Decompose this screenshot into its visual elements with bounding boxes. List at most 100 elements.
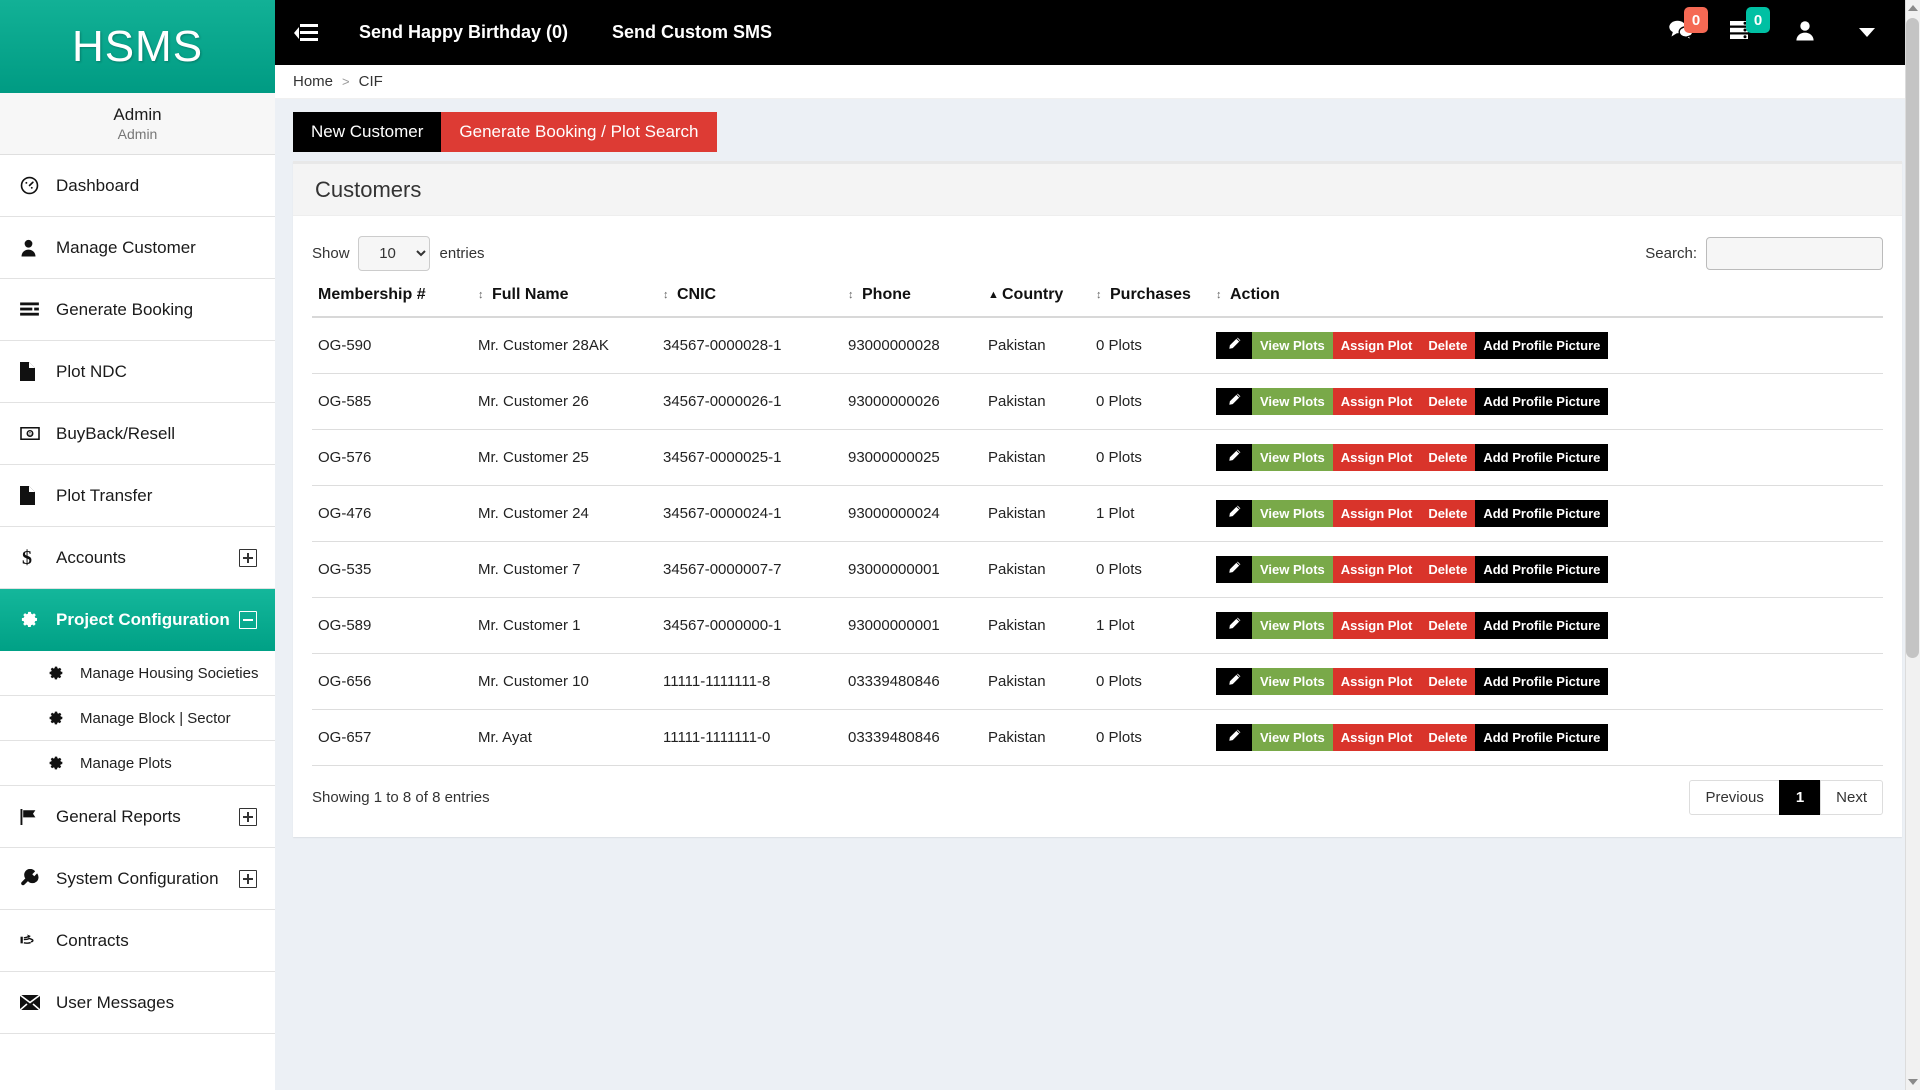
expand-plus-icon[interactable] <box>239 807 257 826</box>
sidebar-toggle-icon[interactable] <box>275 0 337 65</box>
sidebar-item-general-reports[interactable]: General Reports <box>0 786 275 848</box>
chat-menu[interactable]: 0 <box>1650 0 1712 65</box>
add-profile-picture-button[interactable]: Add Profile Picture <box>1475 388 1609 415</box>
edit-button[interactable] <box>1216 332 1252 359</box>
cell-action: View Plots Assign Plot Delete Add Profile P… <box>1210 653 1883 710</box>
view-plots-button[interactable]: View Plots <box>1252 612 1333 639</box>
breadcrumb-separator: > <box>342 74 350 89</box>
gear-icon <box>20 610 50 629</box>
sidebar-item-dashboard[interactable]: Dashboard <box>0 155 275 217</box>
delete-button[interactable]: Delete <box>1420 556 1476 583</box>
sidebar-item-generate-booking[interactable]: Generate Booking <box>0 279 275 341</box>
edit-button[interactable] <box>1216 388 1252 415</box>
assign-plot-button[interactable]: Assign Plot <box>1332 500 1421 527</box>
breadcrumb: Home > CIF <box>275 65 1920 99</box>
tasks-menu[interactable]: 0 <box>1712 0 1774 65</box>
col-full-name[interactable]: ↕ Full Name <box>472 276 657 318</box>
sidebar-item-manage-customer[interactable]: Manage Customer <box>0 217 275 279</box>
sidebar-item-buyback-resell[interactable]: 0 BuyBack/Resell <box>0 403 275 465</box>
edit-button[interactable] <box>1216 724 1252 751</box>
pencil-icon <box>1227 673 1241 690</box>
delete-button[interactable]: Delete <box>1420 612 1476 639</box>
edit-button[interactable] <box>1216 556 1252 583</box>
sidebar-item-accounts[interactable]: $ Accounts <box>0 527 275 589</box>
add-profile-picture-button[interactable]: Add Profile Picture <box>1475 500 1609 527</box>
col-membership[interactable]: Membership # <box>312 276 472 318</box>
delete-button[interactable]: Delete <box>1420 500 1476 527</box>
table-row: OG-585 Mr. Customer 26 34567-0000026-1 9300… <box>312 373 1883 430</box>
cell-membership: OG-535 <box>312 541 472 598</box>
collapse-minus-icon[interactable] <box>239 610 257 629</box>
view-plots-button[interactable]: View Plots <box>1252 332 1333 359</box>
view-plots-button[interactable]: View Plots <box>1252 444 1333 471</box>
edit-button[interactable] <box>1216 500 1252 527</box>
sidebar-item-plot-transfer[interactable]: Plot Transfer <box>0 465 275 527</box>
assign-plot-button[interactable]: Assign Plot <box>1332 724 1421 751</box>
assign-plot-button[interactable]: Assign Plot <box>1332 668 1421 695</box>
cell-phone: 93000000025 <box>842 429 982 486</box>
col-cnic[interactable]: ↕ CNIC <box>657 276 842 318</box>
page-scrollbar[interactable] <box>1905 0 1920 1090</box>
delete-button[interactable]: Delete <box>1420 668 1476 695</box>
delete-button[interactable]: Delete <box>1420 444 1476 471</box>
sidebar-item-plot-ndc[interactable]: Plot NDC <box>0 341 275 403</box>
search-input[interactable] <box>1706 236 1883 270</box>
view-plots-button[interactable]: View Plots <box>1252 724 1333 751</box>
view-plots-button[interactable]: View Plots <box>1252 500 1333 527</box>
scroll-up-arrow[interactable] <box>1908 5 1918 11</box>
send-custom-sms-link[interactable]: Send Custom SMS <box>590 0 794 65</box>
expand-plus-icon[interactable] <box>239 869 257 888</box>
pagination: Previous 1 Next <box>1689 780 1883 815</box>
cell-action: View Plots Assign Plot Delete Add Profile P… <box>1210 429 1883 486</box>
sidebar-item-manage-block-sector[interactable]: Manage Block | Sector <box>0 696 275 741</box>
add-profile-picture-button[interactable]: Add Profile Picture <box>1475 668 1609 695</box>
delete-button[interactable]: Delete <box>1420 332 1476 359</box>
expand-plus-icon[interactable] <box>239 548 257 567</box>
view-plots-button[interactable]: View Plots <box>1252 668 1333 695</box>
breadcrumb-home[interactable]: Home <box>293 73 333 90</box>
add-profile-picture-button[interactable]: Add Profile Picture <box>1475 556 1609 583</box>
cell-country: Pakistan <box>982 653 1090 710</box>
edit-button[interactable] <box>1216 612 1252 639</box>
delete-button[interactable]: Delete <box>1420 724 1476 751</box>
user-dropdown-toggle[interactable] <box>1836 0 1898 65</box>
brand-logo[interactable]: HSMS <box>0 0 275 93</box>
sidebar-item-manage-housing-societies[interactable]: Manage Housing Societies <box>0 651 275 696</box>
assign-plot-button[interactable]: Assign Plot <box>1332 444 1421 471</box>
col-phone[interactable]: ↕ Phone <box>842 276 982 318</box>
add-profile-picture-button[interactable]: Add Profile Picture <box>1475 444 1609 471</box>
col-purchases[interactable]: ↕ Purchases <box>1090 276 1210 318</box>
view-plots-button[interactable]: View Plots <box>1252 556 1333 583</box>
cell-country: Pakistan <box>982 485 1090 542</box>
entries-select[interactable]: 10 <box>357 235 430 271</box>
send-happy-birthday-link[interactable]: Send Happy Birthday (0) <box>337 0 590 65</box>
pagination-page-1[interactable]: 1 <box>1778 780 1822 815</box>
assign-plot-button[interactable]: Assign Plot <box>1332 332 1421 359</box>
sidebar-item-manage-plots[interactable]: Manage Plots <box>0 741 275 786</box>
add-profile-picture-button[interactable]: Add Profile Picture <box>1475 724 1609 751</box>
sidebar-item-contracts[interactable]: Contracts <box>0 910 275 972</box>
assign-plot-button[interactable]: Assign Plot <box>1332 556 1421 583</box>
col-country[interactable]: ▲ Country <box>982 276 1090 318</box>
generate-booking-plot-search-button[interactable]: Generate Booking / Plot Search <box>441 112 717 152</box>
edit-button[interactable] <box>1216 668 1252 695</box>
new-customer-button[interactable]: New Customer <box>293 112 442 152</box>
pagination-previous[interactable]: Previous <box>1689 780 1780 815</box>
add-profile-picture-button[interactable]: Add Profile Picture <box>1475 612 1609 639</box>
assign-plot-button[interactable]: Assign Plot <box>1332 612 1421 639</box>
sidebar-item-system-configuration[interactable]: System Configuration <box>0 848 275 910</box>
sidebar-item-user-messages[interactable]: User Messages <box>0 972 275 1034</box>
sort-icon: ↕ <box>663 289 669 301</box>
delete-button[interactable]: Delete <box>1420 388 1476 415</box>
col-action[interactable]: ↕ Action <box>1210 276 1883 318</box>
pagination-next[interactable]: Next <box>1820 780 1883 815</box>
assign-plot-button[interactable]: Assign Plot <box>1332 388 1421 415</box>
scroll-down-arrow[interactable] <box>1908 1079 1918 1085</box>
scroll-thumb[interactable] <box>1906 18 1919 658</box>
add-profile-picture-button[interactable]: Add Profile Picture <box>1475 332 1609 359</box>
search-control: Search: <box>1645 236 1883 270</box>
user-menu[interactable] <box>1774 0 1836 65</box>
sidebar-item-project-configuration[interactable]: Project Configuration <box>0 589 275 651</box>
view-plots-button[interactable]: View Plots <box>1252 388 1333 415</box>
edit-button[interactable] <box>1216 444 1252 471</box>
